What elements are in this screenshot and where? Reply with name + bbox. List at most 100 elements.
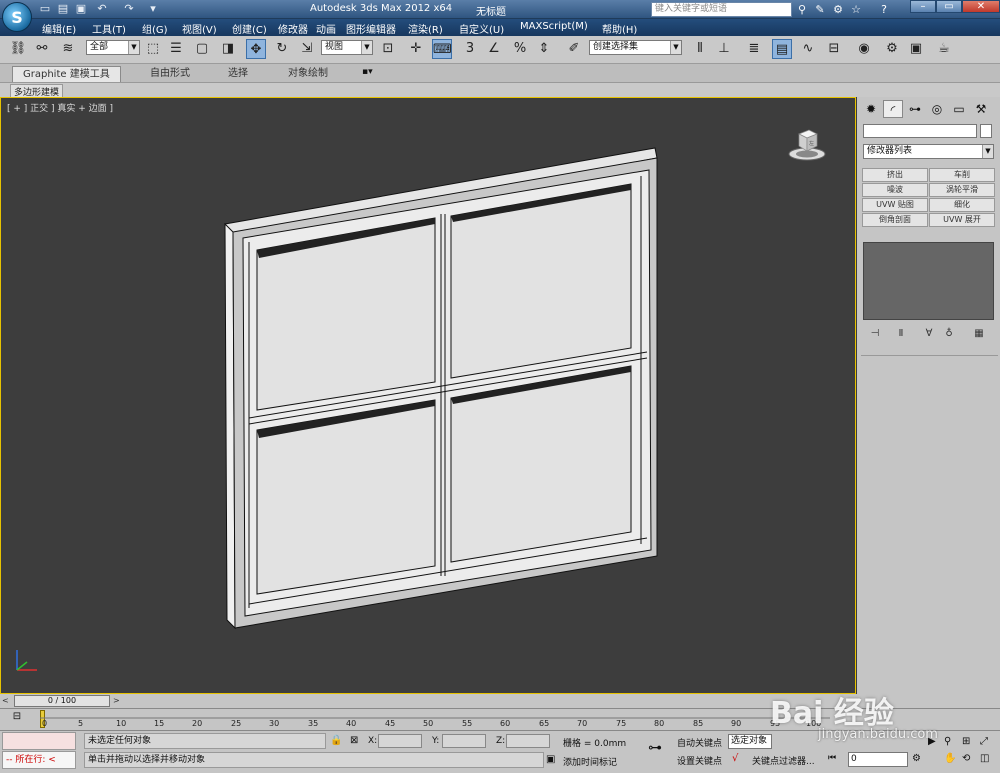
- rectangular-selection-icon[interactable]: ▢: [192, 39, 212, 59]
- select-and-move-icon[interactable]: ✥: [246, 39, 266, 59]
- star-icon[interactable]: ☆: [848, 2, 864, 17]
- tab-graphite-modeling[interactable]: Graphite 建模工具: [12, 66, 121, 82]
- time-slider[interactable]: 0 / 100: [14, 695, 110, 707]
- go-to-start-icon[interactable]: ⏮: [828, 753, 836, 763]
- zoom-extents-icon[interactable]: ⊞: [962, 736, 970, 747]
- time-slider-next-icon[interactable]: >: [113, 696, 120, 705]
- modifier-stack-view[interactable]: [863, 242, 994, 320]
- quick-access-dropdown-icon[interactable]: ▾: [146, 2, 160, 16]
- maximize-viewport-icon[interactable]: ⤢: [980, 736, 988, 747]
- help-icon[interactable]: ?: [876, 2, 892, 17]
- unlink-icon[interactable]: ⚯: [32, 39, 52, 59]
- menu-group[interactable]: 组(G): [142, 21, 168, 36]
- undo-icon[interactable]: ↶: [95, 2, 109, 16]
- select-and-rotate-icon[interactable]: ↻: [272, 39, 292, 59]
- object-color-swatch[interactable]: [980, 124, 992, 138]
- z-coordinate-field[interactable]: [506, 734, 550, 748]
- bind-space-warp-icon[interactable]: ≋: [58, 39, 78, 59]
- field-of-view-icon[interactable]: ◫: [980, 753, 989, 764]
- angle-snap-icon[interactable]: ∠: [484, 39, 504, 59]
- search-input[interactable]: 键入关键字或短语: [651, 2, 792, 17]
- render-frame-icon[interactable]: ▣: [906, 39, 926, 59]
- edit-named-selection-icon[interactable]: ✐: [564, 39, 584, 59]
- link-icon[interactable]: ⛓: [8, 39, 28, 59]
- show-end-result-icon[interactable]: Ⅱ: [893, 327, 909, 341]
- align-icon[interactable]: ⊥: [714, 39, 734, 59]
- configure-modifier-sets-icon[interactable]: ▦: [971, 327, 987, 341]
- hierarchy-tab-icon[interactable]: ⊶: [905, 100, 925, 118]
- restore-button[interactable]: ▭: [936, 0, 962, 13]
- orbit-icon[interactable]: ⟲: [962, 753, 970, 764]
- current-frame-field[interactable]: 0: [848, 752, 908, 767]
- named-selection-dropdown[interactable]: 创建选择集 ▼: [589, 40, 682, 55]
- modifier-list-dropdown[interactable]: 修改器列表 ▼: [863, 144, 994, 159]
- display-tab-icon[interactable]: ▭: [949, 100, 969, 118]
- schematic-view-icon[interactable]: ⊟: [824, 39, 844, 59]
- app-logo-button[interactable]: S: [2, 2, 32, 32]
- tab-selection[interactable]: 选择: [218, 66, 258, 82]
- redo-icon[interactable]: ↷: [122, 2, 136, 16]
- time-slider-prev-icon[interactable]: <: [2, 696, 9, 705]
- set-key-button[interactable]: 设置关键点: [677, 754, 722, 767]
- render-teapot-icon[interactable]: ☕: [934, 39, 954, 59]
- absolute-mode-icon[interactable]: ⊠: [350, 735, 358, 746]
- mirror-icon[interactable]: ⫴: [690, 39, 710, 59]
- selection-filter-dropdown[interactable]: 全部 ▼: [86, 40, 140, 55]
- viewcube[interactable]: 左: [787, 124, 827, 164]
- modifier-unwrap-uvw-button[interactable]: UVW 展开: [929, 213, 995, 227]
- open-icon[interactable]: ▤: [56, 2, 70, 16]
- ribbon-options-icon[interactable]: ▪▾: [362, 67, 373, 77]
- modifier-turbosmooth-button[interactable]: 涡轮平滑: [929, 183, 995, 197]
- maxscript-listener-input[interactable]: [2, 732, 76, 750]
- spinner-snap-icon[interactable]: ⇕: [534, 39, 554, 59]
- menu-graph-editors[interactable]: 图形编辑器: [346, 21, 396, 36]
- x-coordinate-field[interactable]: [378, 734, 422, 748]
- modify-tab-icon[interactable]: ◜: [883, 100, 903, 118]
- modifier-uvw-map-button[interactable]: UVW 贴图: [862, 198, 928, 212]
- curve-editor-icon[interactable]: ∿: [798, 39, 818, 59]
- select-manipulate-icon[interactable]: ✛: [406, 39, 426, 59]
- utilities-tab-icon[interactable]: ⚒: [971, 100, 991, 118]
- create-tab-icon[interactable]: ✹: [861, 100, 881, 118]
- make-unique-icon[interactable]: ∀: [921, 327, 937, 341]
- menu-customize[interactable]: 自定义(U): [459, 21, 504, 36]
- select-and-scale-icon[interactable]: ⇲: [297, 39, 317, 59]
- menu-maxscript[interactable]: MAXScript(M): [520, 21, 588, 32]
- percent-snap-icon[interactable]: %: [510, 39, 530, 59]
- pin-stack-icon[interactable]: ⊣: [867, 327, 883, 341]
- zoom-icon[interactable]: ⚲: [944, 736, 951, 747]
- select-object-icon[interactable]: ⬚: [143, 39, 163, 59]
- tools-icon[interactable]: ⚙: [830, 2, 846, 17]
- y-coordinate-field[interactable]: [442, 734, 486, 748]
- add-time-tag-button[interactable]: 添加时间标记: [563, 755, 617, 768]
- window-crossing-icon[interactable]: ◨: [218, 39, 238, 59]
- minimize-button[interactable]: –: [910, 0, 936, 13]
- modifier-extrude-button[interactable]: 挤出: [862, 168, 928, 182]
- key-tools-icon[interactable]: ✎: [812, 2, 828, 17]
- viewport-label[interactable]: [ + ] 正交 ] 真实 + 边面 ]: [7, 101, 113, 114]
- remove-modifier-icon[interactable]: ♁: [941, 327, 957, 341]
- maxscript-output[interactable]: -- 所在行: <: [2, 751, 76, 769]
- save-icon[interactable]: ▣: [74, 2, 88, 16]
- perspective-viewport[interactable]: [ + ] 正交 ] 真实 + 边面 ] 左: [0, 97, 856, 694]
- modifier-noise-button[interactable]: 噪波: [862, 183, 928, 197]
- binoculars-icon[interactable]: ⚲: [794, 2, 810, 17]
- key-filters-button[interactable]: 关键点过滤器...: [752, 754, 815, 767]
- selection-set-dropdown[interactable]: 选定对象: [728, 734, 772, 749]
- menu-views[interactable]: 视图(V): [182, 21, 217, 36]
- keyboard-shortcut-override-icon[interactable]: ⌨: [432, 39, 452, 59]
- render-setup-icon[interactable]: ⚙: [882, 39, 902, 59]
- motion-tab-icon[interactable]: ◎: [927, 100, 947, 118]
- menu-tools[interactable]: 工具(T): [92, 21, 126, 36]
- close-button[interactable]: ✕: [962, 0, 1000, 13]
- tab-freeform[interactable]: 自由形式: [140, 66, 200, 82]
- menu-modifiers[interactable]: 修改器: [278, 21, 308, 36]
- menu-animation[interactable]: 动画: [316, 21, 336, 36]
- snaps-toggle-icon[interactable]: 3: [460, 39, 480, 59]
- menu-rendering[interactable]: 渲染(R): [408, 21, 443, 36]
- graphite-toggle-icon[interactable]: ▤: [772, 39, 792, 59]
- menu-edit[interactable]: 编辑(E): [42, 21, 76, 36]
- layer-manager-icon[interactable]: ≣: [744, 39, 764, 59]
- material-editor-icon[interactable]: ◉: [854, 39, 874, 59]
- key-filters-icon[interactable]: √: [732, 753, 738, 764]
